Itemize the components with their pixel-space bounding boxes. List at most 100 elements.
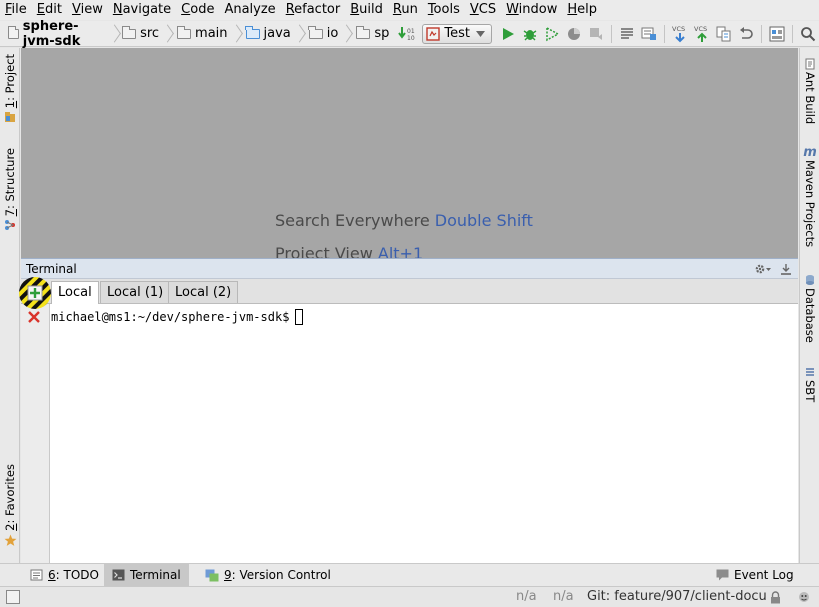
menu-window[interactable]: Window [504,1,562,19]
breadcrumb-separator [111,25,116,43]
toolbar-separator [611,24,612,43]
menu-vcs[interactable]: VCS [468,1,501,19]
svg-text:VCS: VCS [672,25,685,33]
search-icon[interactable] [797,23,819,45]
menu-view[interactable]: View [70,1,108,19]
bottom-tool-window-bar: 6: TODO Terminal 9: Version Control Even… [0,563,819,586]
vcs-commit-icon[interactable]: VCS [691,23,713,45]
version-control-icon [205,569,219,582]
folder-icon [121,25,137,39]
run-configuration-selector[interactable]: Test [422,23,492,44]
tool-tab-maven-projects[interactable]: m Maven Projects [800,145,819,248]
terminal-tab-local[interactable]: Local [51,281,99,304]
toolbar-separator [761,24,762,43]
folder-icon [7,25,19,39]
tool-tab-todo[interactable]: 6: TODO [22,564,107,586]
new-session-icon[interactable] [18,276,53,310]
toolbar-separator [664,24,665,43]
vcs-update-icon[interactable]: VCS [669,23,691,45]
terminal-tab-local-2[interactable]: Local (2) [168,281,239,303]
chevron-down-icon [476,30,485,37]
gear-icon[interactable] [754,263,772,275]
terminal-output[interactable]: michael@ms1:~/dev/sphere-jvm-sdk$ [50,304,798,563]
svg-text:10: 10 [407,35,415,42]
debug-icon[interactable] [519,23,541,45]
sdk-settings-icon[interactable] [638,23,660,45]
menu-file[interactable]: File [3,1,32,19]
run-icon[interactable] [497,23,519,45]
tool-tab-database[interactable]: Database [800,274,819,343]
tool-tab-structure[interactable]: 7: Structure [0,148,20,231]
tool-tab-terminal[interactable]: Terminal [104,564,189,586]
hide-panel-icon[interactable] [780,263,792,275]
package-icon [308,25,323,39]
folder-icon [176,25,192,39]
breadcrumb-src[interactable]: src [121,23,177,45]
tool-tab-favorites[interactable]: 2: Favorites [0,464,20,547]
tool-tab-sbt[interactable]: SBT [800,366,819,402]
breadcrumb-separator [296,25,303,43]
menu-run[interactable]: Run [391,1,423,19]
toggle-tool-buttons-icon[interactable] [6,590,20,607]
menu-tools[interactable]: Tools [426,1,465,19]
svg-text:VCS: VCS [694,25,707,33]
tool-tab-event-log[interactable]: Event Log [708,564,802,586]
menu-build[interactable]: Build [348,1,388,19]
project-structure-icon[interactable] [766,23,788,45]
menu-refactor[interactable]: Refactor [284,1,346,19]
status-position[interactable]: n/a [516,589,537,604]
breadcrumb-java[interactable]: java [245,23,309,45]
editor-hint-search: Search Everywhere Double Shift [275,211,533,230]
structure-icon [5,220,15,231]
menu-navigate[interactable]: Navigate [111,1,176,19]
test-config-icon [426,26,441,41]
revert-icon[interactable] [735,23,757,45]
terminal-cursor [295,309,304,325]
terminal-side-toolbar [21,304,50,563]
menu-help[interactable]: Help [565,1,602,19]
breadcrumb-separator [164,25,171,43]
terminal-title: Terminal [26,261,77,276]
breadcrumb-io[interactable]: io [308,23,357,45]
menu-code[interactable]: Code [179,1,219,19]
download-sources-icon[interactable]: 01 10 [395,23,417,45]
menu-analyze[interactable]: Analyze [222,1,280,19]
vcs-compare-icon[interactable] [713,23,735,45]
tool-tab-project[interactable]: 1: Project [0,54,20,123]
status-line-separator[interactable]: n/a [553,589,574,604]
source-folder-icon [245,25,260,39]
breadcrumb-separator [343,25,350,43]
profile-icon[interactable] [563,23,585,45]
breadcrumb-separator [233,25,240,43]
tool-tab-ant-build[interactable]: Ant Build [800,58,819,124]
terminal-tab-bar: Local Local (1) Local (2) [21,279,798,304]
close-session-icon[interactable] [27,310,41,328]
menu-bar: File Edit View Navigate Code Analyze Ref… [0,0,819,20]
toolbar-separator [792,24,793,43]
structure-view-icon[interactable] [616,23,638,45]
editor-area[interactable]: Search Everywhere Double Shift Project V… [21,48,798,258]
tool-tab-version-control[interactable]: 9: Version Control [197,564,339,586]
breadcrumb-main[interactable]: main [176,23,245,45]
status-bar: n/a n/a Git: feature/907/client-docu [0,586,819,607]
project-folder-icon [5,112,15,123]
breadcrumb-sp[interactable]: sp [355,23,395,45]
breadcrumb-project[interactable]: sphere-jvm-sdk [7,19,122,49]
status-git-branch[interactable]: Git: feature/907/client-docu [587,589,767,604]
lock-icon[interactable] [770,591,781,607]
ant-icon [805,58,815,70]
run-with-coverage-icon[interactable] [541,23,563,45]
terminal-header: Terminal [21,258,798,279]
terminal-icon [112,569,125,581]
terminal-prompt-line: michael@ms1:~/dev/sphere-jvm-sdk$ [51,309,304,325]
event-log-icon [716,569,729,581]
navigation-toolbar: sphere-jvm-sdk src main java io sp 01 10 … [0,19,819,49]
terminal-prompt: michael@ms1:~/dev/sphere-jvm-sdk$ [51,310,290,324]
stop-icon[interactable] [585,23,607,45]
svg-text:01: 01 [407,28,415,35]
package-icon [355,25,371,39]
maven-icon: m [803,145,817,160]
terminal-tab-local-1[interactable]: Local (1) [100,281,171,303]
menu-edit[interactable]: Edit [35,1,67,19]
hector-icon[interactable] [796,590,812,607]
